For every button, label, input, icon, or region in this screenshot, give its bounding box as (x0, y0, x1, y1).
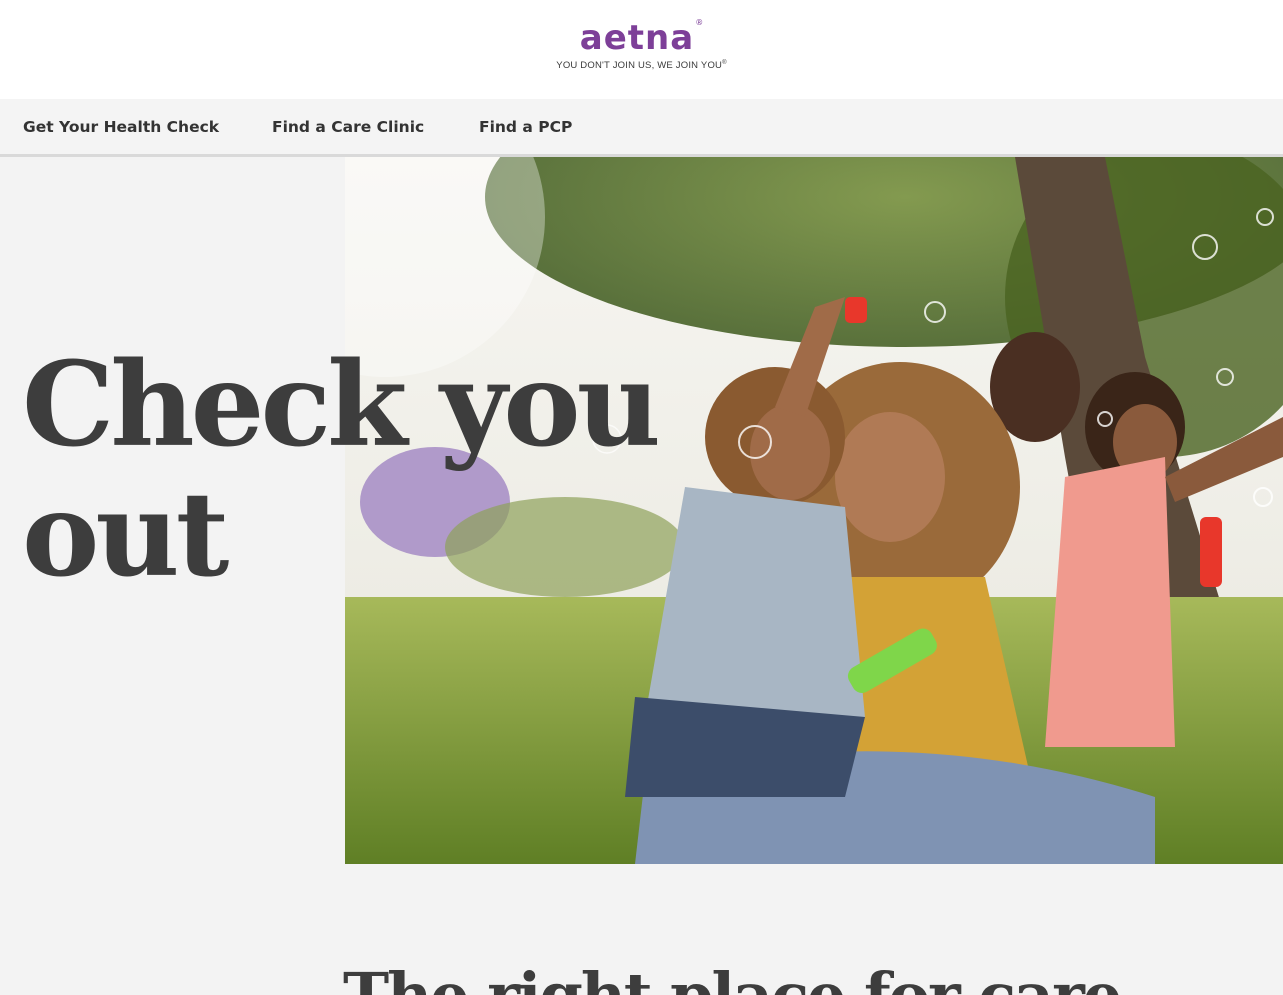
headline-line-1: Check you (22, 337, 661, 473)
logo-block: aetna® YOU DON'T JOIN US, WE JOIN YOU® (0, 18, 1283, 71)
nav-item-care-clinic[interactable]: Find a Care Clinic (272, 99, 424, 154)
aetna-logo[interactable]: aetna® (580, 18, 703, 58)
main-nav: Get Your Health Check Find a Care Clinic… (0, 99, 1283, 157)
tagline-text: YOU DON'T JOIN US, WE JOIN YOU (556, 60, 723, 71)
tagline-registered-mark: ® (722, 60, 727, 66)
headline-line-2: out (22, 467, 229, 603)
site-header: aetna® YOU DON'T JOIN US, WE JOIN YOU® (0, 0, 1283, 99)
nav-item-find-pcp[interactable]: Find a PCP (479, 99, 572, 154)
nav-item-health-check[interactable]: Get Your Health Check (23, 99, 219, 154)
logo-tagline: YOU DON'T JOIN US, WE JOIN YOU® (0, 60, 1283, 71)
logo-registered-mark: ® (695, 18, 704, 27)
hero-headline: Check you out (22, 340, 662, 600)
logo-wordmark: aetna (579, 18, 695, 58)
section-title: The right place for care (343, 960, 1243, 995)
